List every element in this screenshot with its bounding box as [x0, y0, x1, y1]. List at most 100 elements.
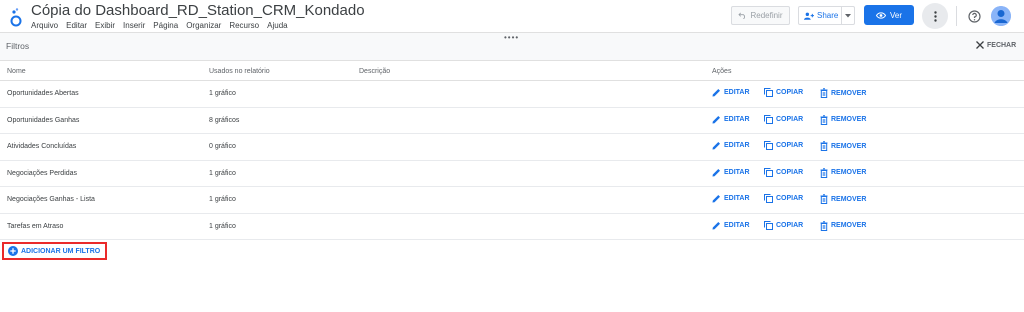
copy-icon	[764, 220, 773, 230]
remove-button[interactable]: REMOVER	[820, 88, 866, 98]
edit-button[interactable]: EDITAR	[712, 88, 750, 97]
app-header: Cópia do Dashboard_RD_Station_CRM_Kondad…	[0, 0, 1024, 33]
view-label: Ver	[889, 10, 902, 20]
table-row: Oportunidades Abertas 1 gráfico EDITAR COPI…	[0, 81, 1024, 108]
copy-label: COPIAR	[776, 142, 804, 149]
edit-button[interactable]: EDITAR	[712, 115, 750, 124]
eye-icon	[875, 11, 886, 19]
copy-button[interactable]: COPIAR	[764, 114, 804, 124]
column-header-actions: Ações	[712, 68, 732, 75]
table-row: Atividades Concluídas 0 gráfico EDITAR COPI…	[0, 134, 1024, 161]
menu-item-arquivo[interactable]: Arquivo	[31, 21, 58, 30]
filter-used-count: 1 gráfico	[209, 222, 236, 230]
filter-used-count: 8 gráficos	[209, 116, 240, 124]
help-button[interactable]	[966, 8, 982, 24]
filter-name: Tarefas em Atraso	[7, 222, 64, 230]
trash-icon	[820, 114, 828, 125]
edit-button[interactable]: EDITAR	[712, 221, 750, 230]
copy-label: COPIAR	[776, 168, 804, 176]
copy-label: COPIAR	[776, 195, 804, 202]
pencil-icon	[712, 195, 720, 203]
view-button[interactable]: Ver	[864, 5, 914, 25]
panel-title: Filtros	[6, 41, 30, 51]
menu-item-exibir[interactable]: Exibir	[95, 21, 115, 30]
remove-button[interactable]: REMOVER	[820, 220, 867, 231]
copy-button[interactable]: COPIAR	[764, 167, 804, 177]
copy-button[interactable]: COPIAR	[764, 220, 803, 230]
trash-icon	[820, 194, 828, 204]
avatar[interactable]	[991, 6, 1011, 26]
copy-icon	[764, 194, 773, 203]
menu-item-inserir[interactable]: Inserir	[123, 21, 145, 30]
copy-icon	[764, 88, 773, 97]
close-label: FECHAR	[987, 41, 1017, 49]
edit-button[interactable]: EDITAR	[712, 141, 750, 150]
drag-handle-icon[interactable]: ••••	[504, 34, 519, 42]
share-main[interactable]: Share	[799, 7, 843, 24]
table-row: Negociações Perdidas 1 gráfico EDITAR COPIA…	[0, 161, 1024, 187]
trash-icon	[820, 167, 828, 178]
data-studio-logo[interactable]	[9, 7, 23, 27]
remove-label: REMOVER	[831, 222, 867, 229]
menu-item-editar[interactable]: Editar	[66, 21, 87, 30]
pencil-icon	[712, 221, 720, 229]
edit-button[interactable]: EDITAR	[712, 194, 750, 203]
filter-used-count: 1 gráfico	[209, 90, 236, 97]
close-icon	[976, 41, 984, 49]
edit-label: EDITAR	[724, 89, 750, 96]
remove-button[interactable]: REMOVER	[820, 141, 866, 151]
filter-used-count: 0 gráfico	[209, 143, 236, 150]
remove-label: REMOVER	[831, 142, 867, 150]
pencil-icon	[712, 115, 720, 123]
document-title[interactable]: Cópia do Dashboard_RD_Station_CRM_Kondad…	[31, 2, 365, 19]
copy-button[interactable]: COPIAR	[764, 194, 803, 203]
more-options-button[interactable]	[922, 3, 948, 29]
remove-button[interactable]: REMOVER	[820, 194, 866, 204]
pencil-icon	[712, 168, 720, 176]
close-button[interactable]: FECHAR	[976, 41, 1016, 49]
copy-icon	[764, 141, 773, 150]
table-header: Nome Usados no relatório Descrição Ações	[0, 62, 1024, 81]
copy-label: COPIAR	[776, 115, 804, 123]
filter-used-count: 1 gráfico	[209, 169, 236, 177]
copy-button[interactable]: COPIAR	[764, 141, 803, 150]
edit-label: EDITAR	[724, 195, 750, 202]
menu-item-ajuda[interactable]: Ajuda	[267, 21, 287, 30]
reset-button[interactable]: Redefinir	[731, 6, 790, 25]
reset-label: Redefinir	[750, 11, 783, 20]
column-header-description: Descrição	[359, 68, 391, 75]
add-filter-label: ADICIONAR UM FILTRO	[21, 247, 101, 255]
pencil-icon	[712, 89, 720, 97]
filter-name: Oportunidades Ganhas	[7, 116, 80, 124]
remove-label: REMOVER	[831, 116, 867, 123]
share-button[interactable]: Share	[798, 6, 855, 25]
pencil-icon	[712, 142, 720, 150]
remove-button[interactable]: REMOVER	[820, 167, 867, 178]
filters-panel-header: Filtros •••• FECHAR	[0, 33, 1024, 61]
copy-icon	[764, 114, 773, 124]
menu-item-página[interactable]: Página	[153, 21, 178, 30]
menu-item-recurso[interactable]: Recurso	[229, 21, 259, 30]
share-dropdown[interactable]	[842, 7, 854, 24]
edit-label: EDITAR	[724, 115, 750, 123]
filter-used-count: 1 gráfico	[209, 196, 236, 203]
copy-label: COPIAR	[776, 89, 804, 96]
copy-button[interactable]: COPIAR	[764, 88, 803, 97]
share-label: Share	[817, 11, 839, 20]
edit-button[interactable]: EDITAR	[712, 168, 750, 177]
table-row: Tarefas em Atraso 1 gráfico EDITAR COPIAR RE…	[0, 214, 1024, 240]
menu-item-organizar[interactable]: Organizar	[186, 21, 221, 30]
help-icon	[967, 9, 981, 23]
remove-button[interactable]: REMOVER	[820, 114, 867, 125]
remove-label: REMOVER	[831, 169, 867, 176]
edit-label: EDITAR	[724, 221, 750, 229]
person-add-icon	[804, 12, 814, 20]
undo-icon	[738, 12, 746, 19]
copy-icon	[764, 167, 773, 177]
trash-icon	[820, 220, 828, 231]
trash-icon	[820, 141, 828, 151]
filter-name: Oportunidades Abertas	[7, 90, 79, 97]
add-filter-button[interactable]: ADICIONAR UM FILTRO	[2, 242, 107, 260]
remove-label: REMOVER	[831, 195, 867, 203]
edit-label: EDITAR	[724, 142, 750, 149]
